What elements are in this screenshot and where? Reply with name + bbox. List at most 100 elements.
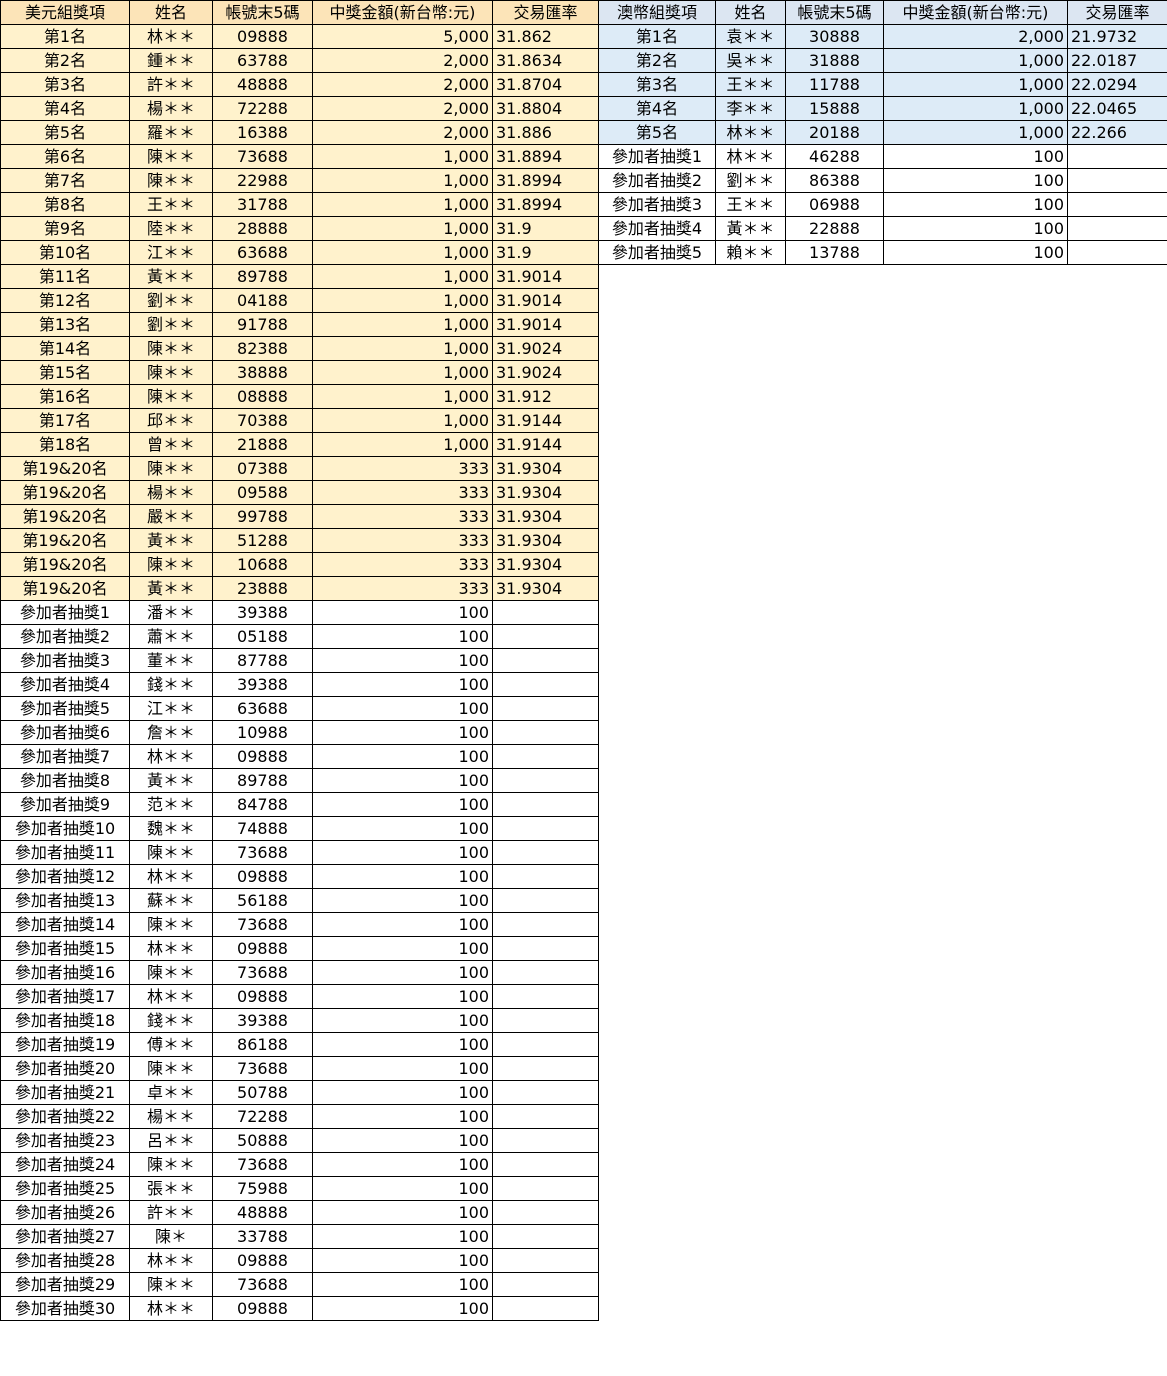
- amount-cell: 100: [312, 1200, 493, 1225]
- name-cell: 魏＊＊: [129, 816, 213, 841]
- table-row: 參加者抽獎12 林＊＊ 09888 100: [0, 864, 599, 889]
- account-cell: 82388: [212, 336, 313, 361]
- name-cell: 卓＊＊: [129, 1080, 213, 1105]
- rate-cell: 31.862: [492, 24, 599, 49]
- table-row: 參加者抽獎3 王＊＊ 06988 100: [598, 192, 1167, 217]
- table-row: 第8名 王＊＊ 31788 1,000 31.8994: [0, 192, 599, 217]
- amount-cell: 100: [883, 192, 1068, 217]
- rate-cell: 31.9014: [492, 288, 599, 313]
- prize-cell: 第19&20名: [0, 576, 130, 601]
- name-cell: 林＊＊: [715, 144, 786, 169]
- prize-cell: 第7名: [0, 168, 130, 193]
- name-cell: 林＊＊: [129, 744, 213, 769]
- prize-cell: 參加者抽獎15: [0, 936, 130, 961]
- account-cell: 09888: [212, 1248, 313, 1273]
- table-row: 第7名 陳＊＊ 22988 1,000 31.8994: [0, 168, 599, 193]
- prize-cell: 參加者抽獎4: [0, 672, 130, 697]
- name-cell: 王＊＊: [715, 192, 786, 217]
- name-cell: 范＊＊: [129, 792, 213, 817]
- prize-cell: 第19&20名: [0, 480, 130, 505]
- amount-cell: 333: [312, 456, 493, 481]
- prize-cell: 參加者抽獎22: [0, 1104, 130, 1129]
- table-row: 參加者抽獎29 陳＊＊ 73688 100: [0, 1272, 599, 1297]
- amount-cell: 1,000: [883, 120, 1068, 145]
- rate-cell: [492, 840, 599, 865]
- name-cell: 陳＊＊: [129, 960, 213, 985]
- table-row: 第14名 陳＊＊ 82388 1,000 31.9024: [0, 336, 599, 361]
- rate-cell: 31.8704: [492, 72, 599, 97]
- name-cell: 邱＊＊: [129, 408, 213, 433]
- prize-cell: 參加者抽獎28: [0, 1248, 130, 1273]
- table-row: 第11名 黃＊＊ 89788 1,000 31.9014: [0, 264, 599, 289]
- table-row: 參加者抽獎10 魏＊＊ 74888 100: [0, 816, 599, 841]
- prize-cell: 參加者抽獎30: [0, 1296, 130, 1321]
- rate-cell: [492, 696, 599, 721]
- rate-cell: [492, 1008, 599, 1033]
- prize-cell: 第19&20名: [0, 504, 130, 529]
- rate-cell: [492, 1128, 599, 1153]
- name-cell: 羅＊＊: [129, 120, 213, 145]
- usd-header-amount: 中獎金額(新台幣:元): [312, 0, 493, 25]
- prize-cell: 參加者抽獎24: [0, 1152, 130, 1177]
- rate-cell: 22.0187: [1067, 48, 1167, 73]
- rate-cell: 31.8804: [492, 96, 599, 121]
- account-cell: 73688: [212, 1152, 313, 1177]
- account-cell: 23888: [212, 576, 313, 601]
- amount-cell: 1,000: [883, 72, 1068, 97]
- prize-cell: 第3名: [598, 72, 716, 97]
- table-row: 參加者抽獎4 黃＊＊ 22888 100: [598, 216, 1167, 241]
- prize-cell: 參加者抽獎17: [0, 984, 130, 1009]
- account-cell: 09888: [212, 744, 313, 769]
- amount-cell: 333: [312, 552, 493, 577]
- prize-cell: 第3名: [0, 72, 130, 97]
- amount-cell: 2,000: [312, 96, 493, 121]
- prize-cell: 參加者抽獎26: [0, 1200, 130, 1225]
- amount-cell: 100: [312, 1176, 493, 1201]
- rate-cell: [1067, 216, 1167, 241]
- prize-cell: 參加者抽獎8: [0, 768, 130, 793]
- name-cell: 黃＊＊: [129, 768, 213, 793]
- prize-cell: 參加者抽獎25: [0, 1176, 130, 1201]
- name-cell: 楊＊＊: [129, 480, 213, 505]
- account-cell: 86388: [785, 168, 884, 193]
- table-row: 參加者抽獎4 錢＊＊ 39388 100: [0, 672, 599, 697]
- rate-cell: 31.9014: [492, 264, 599, 289]
- table-row: 第12名 劉＊＊ 04188 1,000 31.9014: [0, 288, 599, 313]
- prize-cell: 第13名: [0, 312, 130, 337]
- account-cell: 75988: [212, 1176, 313, 1201]
- prize-cell: 第19&20名: [0, 552, 130, 577]
- name-cell: 林＊＊: [129, 24, 213, 49]
- name-cell: 陳＊＊: [129, 168, 213, 193]
- table-row: 參加者抽獎11 陳＊＊ 73688 100: [0, 840, 599, 865]
- table-row: 第19&20名 楊＊＊ 09588 333 31.9304: [0, 480, 599, 505]
- prize-cell: 第9名: [0, 216, 130, 241]
- account-cell: 04188: [212, 288, 313, 313]
- prize-cell: 第5名: [0, 120, 130, 145]
- prize-cell: 第19&20名: [0, 528, 130, 553]
- amount-cell: 100: [312, 1008, 493, 1033]
- name-cell: 王＊＊: [715, 72, 786, 97]
- name-cell: 陳＊＊: [129, 456, 213, 481]
- name-cell: 鍾＊＊: [129, 48, 213, 73]
- prize-cell: 參加者抽獎2: [0, 624, 130, 649]
- table-row: 第4名 楊＊＊ 72288 2,000 31.8804: [0, 96, 599, 121]
- rate-cell: 31.9304: [492, 480, 599, 505]
- account-cell: 73688: [212, 840, 313, 865]
- aud-winners-table: 澳幣組獎項 姓名 帳號末5碼 中獎金額(新台幣:元) 交易匯率 第1名 袁＊＊ 30…: [598, 0, 1167, 265]
- rate-cell: 31.9144: [492, 408, 599, 433]
- account-cell: 72288: [212, 1104, 313, 1129]
- amount-cell: 100: [312, 1224, 493, 1249]
- name-cell: 黃＊＊: [129, 264, 213, 289]
- table-row: 參加者抽獎30 林＊＊ 09888 100: [0, 1296, 599, 1321]
- prize-cell: 參加者抽獎20: [0, 1056, 130, 1081]
- rate-cell: [1067, 240, 1167, 265]
- prize-cell: 第15名: [0, 360, 130, 385]
- account-cell: 22988: [212, 168, 313, 193]
- name-cell: 李＊＊: [715, 96, 786, 121]
- account-cell: 63788: [212, 48, 313, 73]
- name-cell: 許＊＊: [129, 1200, 213, 1225]
- amount-cell: 100: [312, 1080, 493, 1105]
- prize-cell: 參加者抽獎27: [0, 1224, 130, 1249]
- rate-cell: 31.886: [492, 120, 599, 145]
- rate-cell: [492, 1176, 599, 1201]
